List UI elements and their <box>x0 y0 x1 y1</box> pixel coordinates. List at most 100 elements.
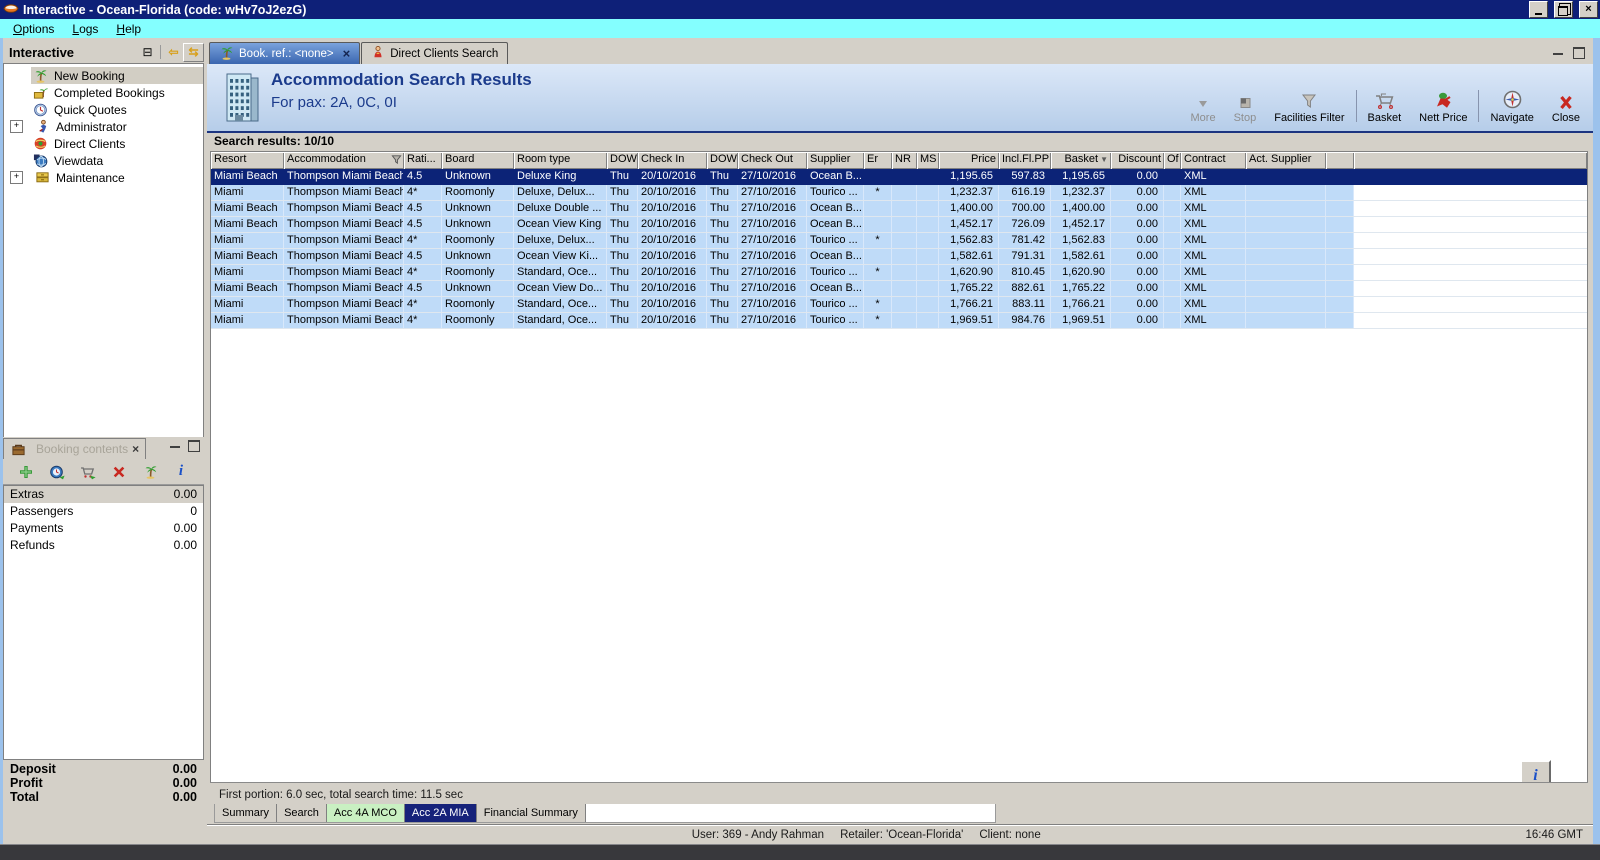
column-header-dow[interactable]: DOW <box>607 152 638 169</box>
column-header-price[interactable]: Price <box>939 152 999 169</box>
info-icon[interactable]: i <box>172 463 190 481</box>
bottom-tab-acc-2a-mia[interactable]: Acc 2A MIA <box>404 804 477 822</box>
column-header-discount[interactable]: Discount <box>1111 152 1164 169</box>
navigate-button[interactable]: Navigate <box>1481 87 1542 125</box>
minimize-button[interactable] <box>1529 1 1548 18</box>
column-header-incl-fl-pp[interactable]: Incl.Fl.PP <box>999 152 1051 169</box>
table-row[interactable]: Miami Thompson Miami Beach 4* Roomonly Stand… <box>211 265 1587 281</box>
panel-minimize-icon[interactable] <box>170 445 180 451</box>
table-row[interactable]: Miami Beach Thompson Miami Beach 4.5 Unknow… <box>211 201 1587 217</box>
booking-list-item-passengers[interactable]: Passengers 0 <box>4 503 203 520</box>
column-header-act-supplier[interactable]: Act. Supplier <box>1246 152 1326 169</box>
cell-resort: Miami Beach <box>214 170 278 182</box>
sync-arrows-button[interactable]: ⇆ <box>183 42 204 62</box>
cell-act-supplier <box>1246 201 1326 216</box>
column-header-accommodation[interactable]: Accommodation <box>284 152 404 169</box>
nett-price-button[interactable]: Nett Price <box>1410 87 1476 125</box>
booking-item-label: Refunds <box>10 538 55 552</box>
bottom-tab-acc-4a-mco[interactable]: Acc 4A MCO <box>326 804 405 822</box>
basket-add-icon[interactable] <box>79 463 97 481</box>
cell-ms <box>917 313 939 328</box>
column-header-check-in[interactable]: Check In <box>638 152 707 169</box>
menu-item-logs[interactable]: Logs <box>63 21 107 37</box>
booking-list-item-payments[interactable]: Payments 0.00 <box>4 520 203 537</box>
collapse-all-button[interactable]: ⊟ <box>138 44 157 61</box>
add-icon[interactable] <box>17 463 35 481</box>
bottom-tab-financial-summary[interactable]: Financial Summary <box>476 804 586 822</box>
column-header-check-out[interactable]: Check Out <box>738 152 807 169</box>
expander-icon[interactable]: + <box>10 171 23 184</box>
column-header-board[interactable]: Board <box>442 152 514 169</box>
tab-close-icon[interactable]: × <box>343 46 351 61</box>
filter-funnel-icon[interactable] <box>391 154 402 169</box>
menu-item-help[interactable]: Help <box>107 21 150 37</box>
sidebar-item-quick-quotes[interactable]: Quick Quotes <box>4 101 203 118</box>
link-with-editor-button[interactable]: ⇦ <box>164 44 183 61</box>
column-header-rati[interactable]: Rati... <box>404 152 442 169</box>
results-footer: First portion: 6.0 sec, total search tim… <box>210 782 1588 825</box>
palm-tree-icon[interactable] <box>141 463 159 481</box>
expander-icon[interactable]: + <box>10 120 23 133</box>
close-button[interactable]: Close <box>1543 87 1589 125</box>
table-body: Miami Beach Thompson Miami Beach 4.5 Unknow… <box>211 169 1587 329</box>
title-bar: Interactive - Ocean-Florida (code: wHv7o… <box>0 0 1600 19</box>
cell-dow: Thu <box>707 185 738 200</box>
tab-direct-clients-search[interactable]: Direct Clients Search <box>361 42 509 64</box>
tab-close-icon[interactable]: × <box>132 442 139 456</box>
table-row[interactable]: Miami Beach Thompson Miami Beach 4.5 Unknow… <box>211 169 1587 185</box>
bottom-tab-summary[interactable]: Summary <box>215 804 278 822</box>
column-header-dow[interactable]: DOW <box>707 152 738 169</box>
column-header-nr[interactable]: NR <box>892 152 917 169</box>
column-header-resort[interactable]: Resort <box>211 152 284 169</box>
column-header-ms[interactable]: MS <box>917 152 939 169</box>
table-row[interactable]: Miami Beach Thompson Miami Beach 4.5 Unknow… <box>211 249 1587 265</box>
booking-list-item-refunds[interactable]: Refunds 0.00 <box>4 537 203 554</box>
panel-maximize-icon[interactable] <box>1573 47 1585 59</box>
cell-er: * <box>864 265 892 280</box>
facilities-filter-button[interactable]: Facilities Filter <box>1265 87 1353 125</box>
sidebar-item-viewdata[interactable]: Viewdata <box>4 152 203 169</box>
basket-button[interactable]: Basket <box>1359 87 1411 125</box>
sidebar-item-administrator[interactable]: + Administrator <box>4 118 203 135</box>
cell-of <box>1164 201 1181 216</box>
cell-dow: Thu <box>710 170 729 182</box>
delete-icon[interactable] <box>110 463 128 481</box>
sidebar-item-direct-clients[interactable]: Direct Clients <box>4 135 203 152</box>
column-header-basket[interactable]: Basket ▼ <box>1051 152 1111 169</box>
bottom-tab-search[interactable]: Search <box>277 804 327 822</box>
menu-item-options[interactable]: Options <box>4 21 63 37</box>
column-header-room-type[interactable]: Room type <box>514 152 607 169</box>
restore-button[interactable] <box>1554 1 1573 18</box>
cell-check-in: 20/10/2016 <box>638 201 707 216</box>
sidebar-item-completed-bookings[interactable]: Completed Bookings <box>4 84 203 101</box>
table-row[interactable]: Miami Thompson Miami Beach 4* Roomonly Stand… <box>211 313 1587 329</box>
table-row[interactable]: Miami Beach Thompson Miami Beach 4.5 Unknow… <box>211 217 1587 233</box>
cell-incl-fl-pp: 726.09 <box>999 217 1051 232</box>
table-row[interactable]: Miami Thompson Miami Beach 4* Roomonly Stand… <box>211 297 1587 313</box>
column-header-er[interactable]: Er <box>864 152 892 169</box>
column-header-contract[interactable]: Contract <box>1181 152 1246 169</box>
panel-minimize-icon[interactable] <box>1553 52 1563 58</box>
cell-price: 1,765.22 <box>939 281 999 296</box>
table-row[interactable]: Miami Beach Thompson Miami Beach 4.5 Unknow… <box>211 281 1587 297</box>
sidebar-item-new-booking[interactable]: New Booking <box>4 67 203 84</box>
column-header-of[interactable]: Of <box>1164 152 1181 169</box>
table-row[interactable]: Miami Thompson Miami Beach 4* Roomonly Delux… <box>211 233 1587 249</box>
tab-booking-contents[interactable]: Booking contents × <box>3 438 147 459</box>
toolbar-button-label: Navigate <box>1490 112 1534 124</box>
suitcase-icon <box>10 441 27 457</box>
table-row[interactable]: Miami Thompson Miami Beach 4* Roomonly Delux… <box>211 185 1587 201</box>
column-header-blank[interactable] <box>1326 152 1354 169</box>
close-button[interactable]: × <box>1579 1 1598 18</box>
cell-contract: XML <box>1181 217 1246 232</box>
cell-incl-fl-pp: 616.19 <box>999 185 1051 200</box>
column-header-supplier[interactable]: Supplier <box>807 152 864 169</box>
sidebar-item-maintenance[interactable]: + Maintenance <box>4 169 203 186</box>
booking-list-item-extras[interactable]: Extras 0.00 <box>4 486 203 503</box>
quote-icon[interactable] <box>48 463 66 481</box>
panel-maximize-icon[interactable] <box>188 440 200 452</box>
tab-book-ref-none[interactable]: Book. ref.: <none> × <box>209 42 361 64</box>
cell-of <box>1164 297 1181 312</box>
